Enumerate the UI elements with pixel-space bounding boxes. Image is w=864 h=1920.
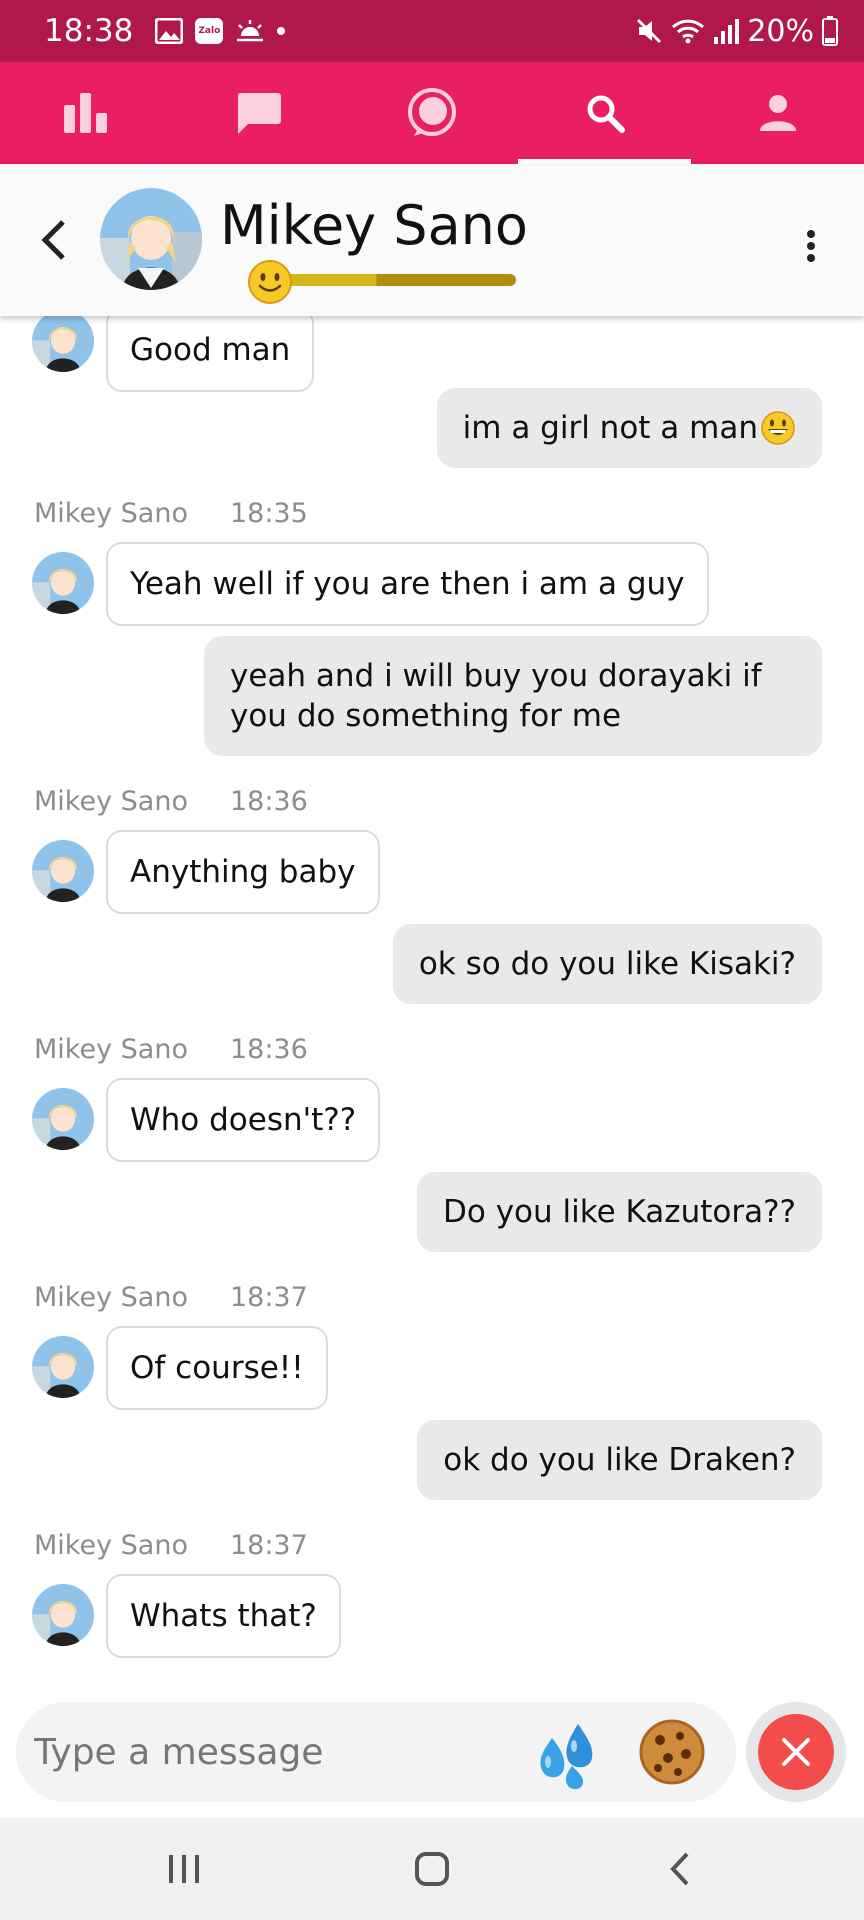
incoming-message[interactable]: Whats that? xyxy=(106,1574,341,1658)
avatar-image xyxy=(32,316,94,372)
outgoing-message[interactable]: ok so do you like Kisaki? xyxy=(392,924,822,1004)
mute-icon xyxy=(637,18,662,44)
sweat-droplets-icon[interactable] xyxy=(532,1716,608,1790)
avatar-image xyxy=(100,188,202,290)
chevron-left-icon xyxy=(41,220,65,260)
tab-search[interactable] xyxy=(518,62,691,164)
tab-messages[interactable] xyxy=(173,62,346,164)
close-button-wrap xyxy=(746,1702,846,1802)
back-icon xyxy=(670,1852,689,1886)
message-composer xyxy=(16,1702,736,1802)
signal-icon xyxy=(714,19,740,44)
contact-avatar[interactable] xyxy=(100,188,202,290)
zalo-icon: Zalo xyxy=(195,18,224,44)
system-nav-bar xyxy=(0,1818,864,1920)
sender-avatar[interactable] xyxy=(32,316,94,372)
incoming-message[interactable]: Who doesn't?? xyxy=(106,1078,381,1162)
slightly-smiling-face-icon xyxy=(248,260,292,304)
sender-avatar[interactable] xyxy=(32,1336,94,1398)
wifi-icon xyxy=(672,19,705,44)
incoming-message[interactable]: Of course!! xyxy=(106,1326,328,1410)
grinning-face-icon xyxy=(761,411,795,445)
more-options-button[interactable] xyxy=(796,222,826,270)
sender-avatar[interactable] xyxy=(32,552,94,614)
top-tab-bar xyxy=(0,62,864,164)
outgoing-message[interactable]: im a girl not a man xyxy=(436,388,822,468)
more-notifications-dot xyxy=(277,27,286,35)
gallery-icon xyxy=(155,18,184,44)
affinity-bar xyxy=(262,274,516,286)
close-button[interactable] xyxy=(758,1714,834,1790)
recents-button[interactable] xyxy=(144,1829,224,1909)
notification-icons: Zalo xyxy=(155,18,286,44)
status-time: 18:38 xyxy=(44,13,134,49)
bar-chart-icon xyxy=(64,93,108,133)
back-nav-button[interactable] xyxy=(640,1829,720,1909)
search-icon xyxy=(587,95,625,133)
message-meta: Mikey Sano 18:37 xyxy=(34,1530,308,1561)
sender-avatar[interactable] xyxy=(32,1088,94,1150)
incoming-message[interactable]: Anything baby xyxy=(106,830,380,914)
recents-icon xyxy=(169,1855,199,1883)
outgoing-message[interactable]: ok do you like Draken? xyxy=(417,1420,822,1500)
sender-avatar[interactable] xyxy=(32,840,94,902)
back-button[interactable] xyxy=(30,212,76,268)
outgoing-message[interactable]: yeah and i will buy you dorayaki if you … xyxy=(204,636,822,756)
incoming-message[interactable]: Yeah well if you are then i am a guy xyxy=(106,542,709,626)
battery-percent: 20% xyxy=(747,13,814,49)
avatar-image xyxy=(32,552,94,614)
person-icon xyxy=(759,95,796,131)
close-icon xyxy=(782,1738,810,1766)
sender-avatar[interactable] xyxy=(32,1584,94,1646)
avatar-image xyxy=(32,1336,94,1398)
message-meta: Mikey Sano 18:37 xyxy=(34,1282,308,1313)
tab-stats[interactable] xyxy=(0,62,173,164)
weather-sunrise-icon xyxy=(237,20,264,42)
avatar-image xyxy=(32,840,94,902)
message-meta: Mikey Sano 18:36 xyxy=(34,1034,308,1065)
message-meta: Mikey Sano 18:36 xyxy=(34,786,308,817)
message-list: Good man im a girl not a man Mikey Sano 1… xyxy=(0,316,864,1690)
chat-round-icon xyxy=(407,88,456,136)
status-bar: 18:38 Zalo 20% xyxy=(0,0,864,62)
incoming-message[interactable]: Good man xyxy=(106,316,315,392)
message-input[interactable] xyxy=(34,1722,514,1782)
tab-profile[interactable] xyxy=(691,62,864,164)
contact-name: Mikey Sano xyxy=(220,194,528,257)
chat-header: Mikey Sano xyxy=(0,164,864,316)
battery-icon xyxy=(822,16,838,46)
message-meta: Mikey Sano 18:35 xyxy=(34,498,308,529)
cookie-icon[interactable] xyxy=(638,1718,706,1786)
avatar-image xyxy=(32,1584,94,1646)
chat-square-icon xyxy=(238,93,282,134)
home-button[interactable] xyxy=(392,1829,472,1909)
tab-chat-round[interactable] xyxy=(346,62,519,164)
home-icon xyxy=(415,1852,449,1886)
outgoing-message[interactable]: Do you like Kazutora?? xyxy=(417,1172,822,1252)
avatar-image xyxy=(32,1088,94,1150)
